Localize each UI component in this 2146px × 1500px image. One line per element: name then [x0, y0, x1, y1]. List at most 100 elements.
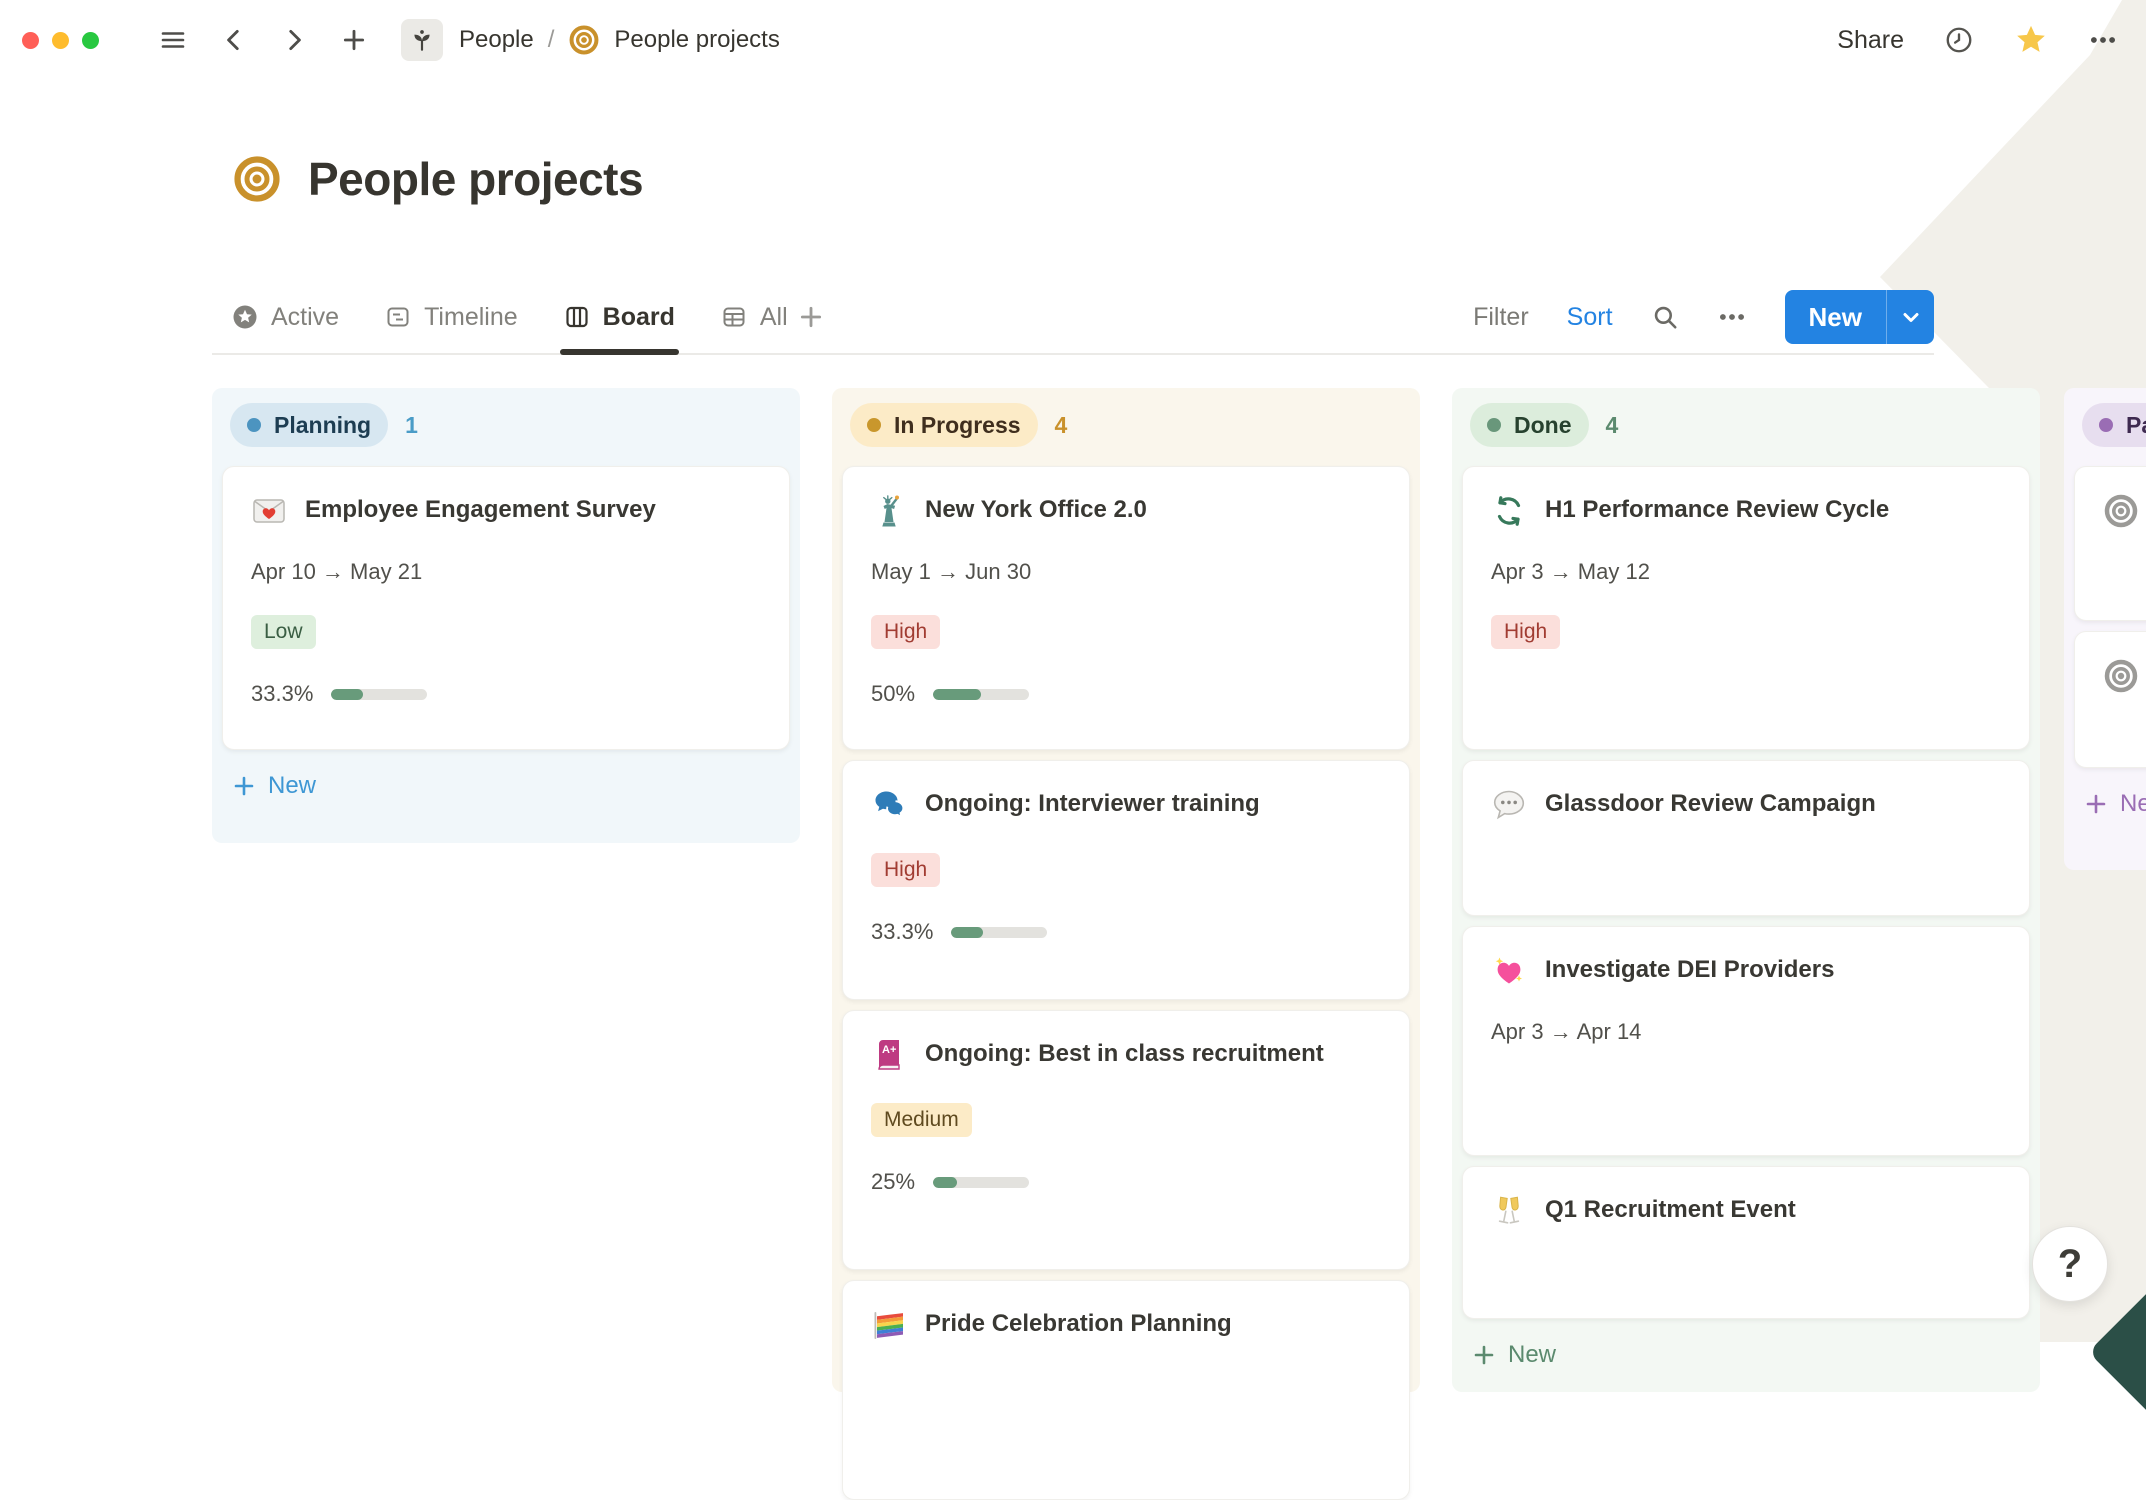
- minimize-window-button[interactable]: [52, 31, 69, 49]
- card-title: New York Office 2.0: [925, 496, 1147, 523]
- progress-label: 25%: [871, 1169, 916, 1194]
- progress-label: 33.3%: [251, 681, 314, 706]
- card-title-row: [2103, 658, 2146, 694]
- project-card[interactable]: Investigate DEI Providers Apr 3 → Apr 14: [1462, 926, 2030, 1156]
- priority-tag: High: [871, 615, 941, 649]
- column-planning: Planning 1 Employee Engagement Survey Apr 1…: [212, 388, 800, 843]
- breadcrumb-people[interactable]: People: [459, 26, 534, 54]
- target-icon: [568, 24, 600, 56]
- column-count: 1: [405, 411, 418, 438]
- project-card[interactable]: Pride Celebration Planning: [842, 1280, 1410, 1500]
- priority-tag: Low: [251, 615, 316, 649]
- card-title: Pride Celebration Planning: [925, 1310, 1232, 1337]
- project-card[interactable]: Q1 Recruitment Event: [1462, 1166, 2030, 1319]
- card-progress: 50%: [871, 681, 1381, 707]
- add-card-label: New: [2120, 790, 2146, 817]
- tab-label: Timeline: [424, 302, 518, 331]
- new-page-icon[interactable]: [341, 27, 367, 53]
- project-card[interactable]: [2074, 466, 2146, 621]
- card-date-range: May 1 → Jun 30: [871, 559, 1032, 584]
- back-icon[interactable]: [221, 27, 247, 53]
- column-paused: Pa New: [2064, 388, 2146, 870]
- people-page-icon[interactable]: [401, 19, 443, 61]
- status-pill-planning[interactable]: Planning: [230, 403, 389, 447]
- project-card[interactable]: Employee Engagement Survey Apr 10 → May 2…: [222, 466, 790, 750]
- project-card[interactable]: H1 Performance Review Cycle Apr 3 → May 1…: [1462, 466, 2030, 750]
- status-dot: [867, 418, 881, 432]
- traffic-lights: [22, 31, 99, 49]
- project-card[interactable]: [2074, 631, 2146, 768]
- card-title-row: New York Office 2.0: [871, 493, 1381, 529]
- breadcrumb-people-projects[interactable]: People projects: [614, 26, 779, 54]
- tab-all[interactable]: All: [721, 281, 788, 353]
- column-cards: H1 Performance Review Cycle Apr 3 → May 1…: [1462, 466, 2030, 1319]
- progress-bar: [331, 688, 428, 700]
- rainbow-flag-icon: [871, 1307, 907, 1343]
- project-card[interactable]: A+ Ongoing: Best in class recruitment Medi…: [842, 1010, 1410, 1270]
- zoom-window-button[interactable]: [82, 31, 99, 49]
- sort-button[interactable]: Sort: [1567, 303, 1613, 332]
- progress-fill: [951, 926, 984, 938]
- status-pill-done[interactable]: Done: [1470, 403, 1589, 447]
- search-icon[interactable]: [1651, 303, 1679, 331]
- help-button[interactable]: ?: [2032, 1226, 2108, 1302]
- card-title-row: Q1 Recruitment Event: [1491, 1193, 2001, 1229]
- card-title-row: Investigate DEI Providers: [1491, 953, 2001, 989]
- share-button[interactable]: Share: [1837, 26, 1904, 55]
- card-title: Investigate DEI Providers: [1545, 956, 1835, 983]
- status-pill-paused[interactable]: Pa: [2082, 403, 2146, 447]
- love-letter-icon: [251, 493, 287, 529]
- new-button[interactable]: New: [1785, 290, 1886, 344]
- card-date-range: Apr 10 → May 21: [251, 559, 423, 584]
- project-card[interactable]: New York Office 2.0 May 1 → Jun 30 High 50%: [842, 466, 1410, 750]
- forward-icon[interactable]: [281, 27, 307, 53]
- column-header-paused: Pa: [2082, 402, 2146, 448]
- page-title: People projects: [308, 153, 644, 205]
- view-more-options-icon[interactable]: [1717, 302, 1747, 332]
- chevron-down-icon: [1899, 305, 1923, 329]
- add-view-icon[interactable]: [798, 304, 824, 330]
- tab-timeline[interactable]: Timeline: [385, 281, 518, 353]
- history-clock-icon[interactable]: [1944, 25, 1974, 55]
- sidebar-menu-icon[interactable]: [159, 26, 187, 54]
- card-progress: 33.3%: [871, 919, 1381, 945]
- column-count: 4: [1054, 411, 1068, 438]
- tab-active[interactable]: Active: [232, 281, 339, 353]
- tab-label: Active: [271, 302, 340, 331]
- status-label: Done: [1514, 411, 1572, 438]
- cycle-arrows-icon: [1491, 493, 1527, 529]
- close-window-button[interactable]: [22, 31, 39, 49]
- speech-bubbles-icon: [871, 787, 907, 823]
- add-card-label: New: [1508, 1341, 1557, 1368]
- status-pill-in-progress[interactable]: In Progress: [850, 403, 1038, 447]
- more-options-icon[interactable]: [2088, 25, 2118, 55]
- plus-icon: [2084, 792, 2108, 816]
- target-gray-icon: [2103, 493, 2139, 529]
- tab-board[interactable]: Board: [559, 281, 680, 355]
- nav-controls: [159, 26, 367, 54]
- page-header: People projects: [232, 152, 644, 206]
- breadcrumb: People / People projects: [459, 24, 780, 56]
- window-topbar: People / People projects Share: [0, 0, 2146, 80]
- progress-fill: [933, 688, 982, 700]
- project-card[interactable]: Ongoing: Interviewer training High 33.3%: [842, 760, 1410, 1000]
- add-card-button-planning[interactable]: New: [232, 764, 782, 808]
- progress-label: 50%: [871, 681, 916, 706]
- add-card-button-done[interactable]: New: [1472, 1333, 2022, 1377]
- card-title: Ongoing: Interviewer training: [925, 790, 1260, 817]
- card-date-range: Apr 3 → Apr 14: [1491, 1019, 1642, 1044]
- topbar-actions: Share: [1837, 23, 2118, 57]
- priority-tag: Medium: [871, 1103, 972, 1137]
- book-a-plus-icon: A+: [871, 1037, 907, 1073]
- card-progress: 33.3%: [251, 681, 761, 707]
- progress-label: 33.3%: [871, 919, 934, 944]
- new-button-dropdown[interactable]: [1886, 290, 1934, 344]
- project-card[interactable]: Glassdoor Review Campaign: [1462, 760, 2030, 916]
- favorite-star-icon[interactable]: [2014, 23, 2048, 57]
- column-header-in-progress: In Progress 4: [850, 402, 1402, 448]
- view-controls: Filter Sort New: [1473, 290, 1934, 344]
- champagne-glasses-icon: [1491, 1193, 1527, 1229]
- filter-button[interactable]: Filter: [1473, 303, 1529, 332]
- add-card-button-paused[interactable]: New: [2084, 782, 2146, 826]
- tab-label: Board: [602, 302, 675, 331]
